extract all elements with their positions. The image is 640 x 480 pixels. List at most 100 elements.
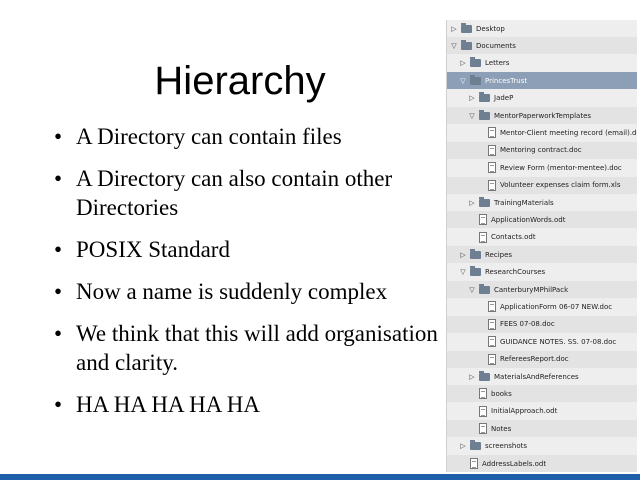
tree-row[interactable]: ▷ Letters	[447, 55, 637, 72]
tree-row-label: ApplicationWords.odt	[491, 215, 566, 224]
tree-row[interactable]: ▽ MentorPaperworkTemplates	[447, 107, 637, 124]
collapse-triangle-icon[interactable]: ▷	[468, 373, 476, 381]
collapse-triangle-icon[interactable]: ▷	[459, 59, 467, 67]
tree-row-label: Contacts.odt	[491, 233, 536, 242]
tree-row[interactable]: ▽ ResearchCourses	[447, 264, 637, 281]
tree-row-label: AddressLabels.odt	[482, 459, 547, 468]
bullet-item: We think that this will add organisation…	[52, 319, 442, 377]
tree-row[interactable]: RefereesReport.doc	[447, 350, 637, 368]
tree-row-label: FEES 07-08.doc	[500, 320, 555, 329]
folder-icon	[479, 196, 490, 207]
tree-row-label: ApplicationForm 06-07 NEW.doc	[500, 302, 613, 311]
tree-row-label: Notes	[491, 424, 512, 433]
tree-row[interactable]: ▷ Recipes	[447, 246, 637, 264]
tree-row-label: PrincesTrust	[485, 76, 528, 85]
tree-row[interactable]: Review Form (mentor-mentee).doc	[447, 159, 637, 176]
tree-row-label: Recipes	[485, 250, 513, 259]
tree-row-label: Documents	[476, 41, 516, 50]
document-icon	[479, 214, 487, 226]
tree-row-label: MaterialsAndReferences	[494, 372, 579, 381]
folder-icon	[461, 39, 472, 50]
tree-row-label: TrainingMaterials	[494, 198, 554, 207]
collapse-triangle-icon[interactable]: ▷	[450, 25, 458, 33]
tree-row[interactable]: AddressLabels.odt	[447, 455, 637, 472]
document-icon	[488, 127, 496, 139]
expand-triangle-icon[interactable]: ▽	[450, 42, 458, 50]
document-icon	[488, 318, 496, 330]
tree-row[interactable]: Volunteer expenses claim form.xls	[447, 176, 637, 194]
collapse-triangle-icon[interactable]: ▷	[468, 199, 476, 207]
tree-row[interactable]: ▽ CanterburyMPhilPack	[447, 281, 637, 298]
tree-row[interactable]: ▷ MaterialsAndReferences	[447, 368, 637, 385]
tree-row[interactable]: ▷ Desktop	[447, 20, 637, 37]
tree-row-label: Volunteer expenses claim form.xls	[500, 181, 621, 190]
tree-row-label: CanterburyMPhilPack	[494, 285, 569, 294]
tree-row[interactable]: ▷ screenshots	[447, 438, 637, 455]
tree-row[interactable]: ApplicationForm 06-07 NEW.doc	[447, 298, 637, 315]
tree-row-label: Desktop	[476, 24, 505, 33]
document-icon	[488, 162, 496, 174]
slide-title: Hierarchy	[154, 59, 326, 103]
tree-row[interactable]: books	[447, 385, 637, 403]
document-icon	[488, 353, 496, 365]
tree-row[interactable]: ApplicationWords.odt	[447, 211, 637, 229]
tree-row[interactable]: ▽ PrincesTrust	[447, 72, 637, 90]
document-icon	[470, 458, 478, 469]
tree-row-label: screenshots	[485, 442, 528, 451]
bullet-item: HA HA HA HA HA	[52, 390, 442, 419]
tree-row[interactable]: ▷ JadeP	[447, 90, 637, 107]
tree-row[interactable]: Mentor-Client meeting record (email).doc	[447, 124, 637, 141]
collapse-triangle-icon[interactable]: ▷	[468, 94, 476, 102]
document-icon	[488, 301, 496, 313]
tree-row[interactable]: InitialApproach.odt	[447, 403, 637, 420]
bullet-item: A Directory can also contain other Direc…	[52, 164, 442, 222]
tree-row-label: JadeP	[494, 94, 514, 103]
bullet-list: A Directory can contain files A Director…	[52, 122, 442, 432]
file-tree-screenshot: ▷ Desktop ▽ Documents ▷ Letters ▽ PrincesTrust ▷…	[446, 20, 637, 472]
document-icon	[488, 144, 496, 156]
expand-triangle-icon[interactable]: ▽	[468, 286, 476, 294]
folder-icon	[479, 370, 490, 381]
folder-icon	[461, 22, 472, 33]
collapse-triangle-icon[interactable]: ▷	[459, 251, 467, 259]
folder-icon	[479, 283, 490, 294]
tree-row[interactable]: GUIDANCE NOTES. SS. 07-08.doc	[447, 333, 637, 350]
tree-row-label: Mentor-Client meeting record (email).doc	[500, 128, 637, 137]
tree-row[interactable]: Notes	[447, 420, 637, 438]
folder-icon	[470, 440, 481, 451]
tree-row-label: ResearchCourses	[485, 268, 546, 277]
document-icon	[479, 405, 487, 417]
document-icon	[479, 388, 487, 400]
tree-row-label: GUIDANCE NOTES. SS. 07-08.doc	[500, 337, 617, 346]
tree-row[interactable]: Contacts.odt	[447, 229, 637, 246]
folder-icon	[479, 92, 490, 103]
document-icon	[479, 423, 487, 435]
tree-row-label: MentorPaperworkTemplates	[494, 111, 592, 120]
folder-icon	[470, 57, 481, 68]
expand-triangle-icon[interactable]: ▽	[459, 268, 467, 276]
folder-icon	[470, 248, 481, 259]
tree-row-label: books	[491, 389, 512, 398]
tree-row-label: InitialApproach.odt	[491, 407, 558, 416]
bullet-item: Now a name is suddenly complex	[52, 277, 442, 306]
folder-icon	[470, 266, 481, 277]
collapse-triangle-icon[interactable]: ▷	[459, 442, 467, 450]
tree-row[interactable]: ▽ Documents	[447, 37, 637, 55]
tree-row-label: RefereesReport.doc	[500, 355, 569, 364]
folder-icon	[479, 109, 490, 120]
document-icon	[479, 231, 487, 243]
bullet-item: POSIX Standard	[52, 235, 442, 264]
tree-row[interactable]: Mentoring contract.doc	[447, 141, 637, 159]
tree-row[interactable]: ▷ TrainingMaterials	[447, 194, 637, 211]
document-icon	[488, 336, 496, 348]
tree-row-label: Mentoring contract.doc	[500, 146, 582, 155]
document-icon	[488, 179, 496, 191]
folder-icon	[470, 74, 481, 85]
tree-row-label: Letters	[485, 59, 510, 68]
expand-triangle-icon[interactable]: ▽	[459, 77, 467, 85]
slide-footer-bar	[0, 474, 640, 480]
tree-row[interactable]: FEES 07-08.doc	[447, 315, 637, 333]
tree-row-label: Review Form (mentor-mentee).doc	[500, 163, 622, 172]
expand-triangle-icon[interactable]: ▽	[468, 112, 476, 120]
bullet-item: A Directory can contain files	[52, 122, 442, 151]
